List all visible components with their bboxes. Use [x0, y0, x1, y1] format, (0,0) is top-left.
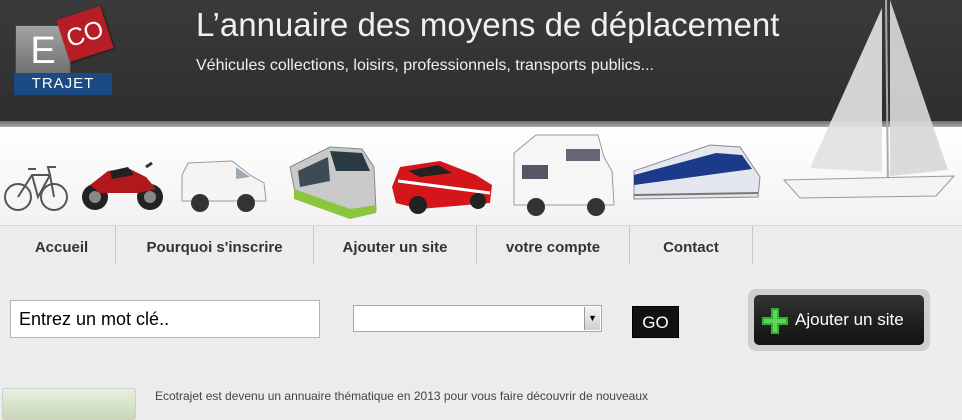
- camper-image: [513, 134, 615, 216]
- bicycle-image: [4, 166, 68, 211]
- chevron-down-icon[interactable]: ▼: [584, 307, 600, 330]
- nav-item-contact[interactable]: Contact: [630, 226, 753, 264]
- search-input[interactable]: [10, 300, 320, 338]
- site-subtitle: Véhicules collections, loisirs, professi…: [196, 57, 654, 74]
- category-select[interactable]: ▼: [353, 305, 602, 332]
- nav-item-votre-compte[interactable]: votre compte: [477, 226, 630, 264]
- tram-image: [289, 146, 377, 219]
- train-image: [633, 144, 761, 200]
- site-logo[interactable]: E CO TRAJET: [12, 5, 114, 96]
- van-image: [181, 160, 267, 212]
- add-site-button-frame: Ajouter un site: [748, 289, 930, 351]
- sailboat-image: [782, 0, 956, 199]
- add-site-button[interactable]: Ajouter un site: [754, 295, 924, 345]
- intro-thumbnail: [2, 388, 136, 420]
- nav-item-pourquoi-sinscrire[interactable]: Pourquoi s'inscrire: [116, 226, 314, 264]
- motorbike-image: [82, 161, 163, 210]
- nav-item-ajouter-un-site[interactable]: Ajouter un site: [314, 226, 477, 264]
- site-title: L’annuaire des moyens de déplacement: [196, 6, 780, 43]
- logo-trajet: TRAJET: [14, 73, 112, 95]
- go-button[interactable]: GO: [632, 306, 679, 338]
- add-site-label: Ajouter un site: [795, 310, 904, 329]
- main-nav: Accueil Pourquoi s'inscrire Ajouter un s…: [0, 226, 962, 266]
- sports-car-image: [392, 161, 492, 214]
- plus-icon: [762, 308, 788, 334]
- intro-text: Ecotrajet est devenu un annuaire thémati…: [155, 389, 648, 403]
- vehicle-illustrations: [4, 134, 761, 219]
- nav-item-accueil[interactable]: Accueil: [8, 226, 116, 264]
